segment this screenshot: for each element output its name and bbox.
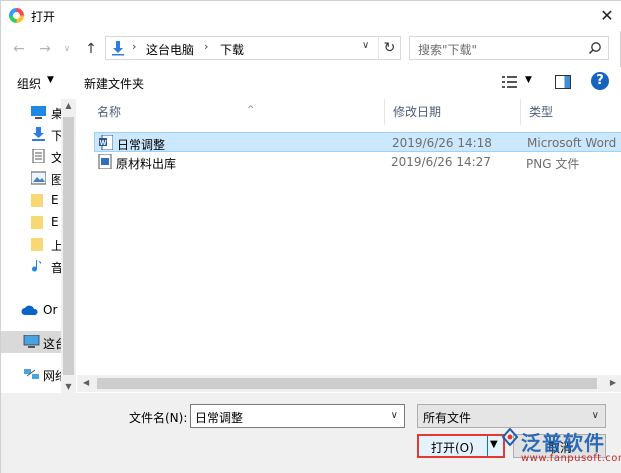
organize-caret-icon: ▼ xyxy=(47,75,54,85)
open-button-divider xyxy=(487,436,488,456)
scroll-up-icon[interactable]: ▲ xyxy=(61,101,76,110)
scroll-thumb[interactable] xyxy=(63,117,74,375)
png-file-icon xyxy=(98,154,112,169)
sidebar-item-pictures[interactable]: 图 xyxy=(1,167,63,189)
sidebar-item-this-pc[interactable]: 这台 xyxy=(1,331,67,353)
desktop-icon xyxy=(31,106,46,119)
documents-icon xyxy=(32,149,45,163)
column-header-type[interactable]: 类型 xyxy=(521,99,621,125)
open-button[interactable]: 打开(O) ▼ xyxy=(417,434,505,458)
network-icon xyxy=(24,369,39,379)
app-logo-icon xyxy=(9,8,24,23)
navigation-pane: 桌 下 文 图 E E 上 音 Or 这台 网络 ▲ ▼ xyxy=(1,99,76,393)
column-header-date[interactable]: 修改日期 xyxy=(385,99,521,125)
sidebar-item-label: E xyxy=(51,215,59,229)
pictures-icon xyxy=(31,171,46,185)
address-dropdown-button[interactable]: ∨ xyxy=(362,40,369,51)
back-button[interactable]: ← xyxy=(9,39,29,59)
sidebar-item-folder-e2[interactable]: E xyxy=(1,211,61,233)
address-bar[interactable]: › 这台电脑 › 下载 ∨ ↻ xyxy=(105,36,401,60)
search-input[interactable]: 搜索"下载" xyxy=(409,36,609,60)
scroll-down-icon[interactable]: ▼ xyxy=(61,382,76,391)
sidebar-item-onedrive[interactable]: Or xyxy=(1,299,61,321)
organize-button[interactable]: 组织 xyxy=(17,75,41,92)
scroll-right-icon[interactable]: ▶ xyxy=(610,378,616,387)
folder-icon xyxy=(31,216,43,229)
sidebar-item-documents[interactable]: 文 xyxy=(1,145,63,167)
help-button[interactable]: ? xyxy=(591,72,609,90)
window-title: 打开 xyxy=(31,10,56,24)
command-toolbar: 组织 ▼ 新建文件夹 ▼ ? xyxy=(1,67,621,99)
watermark-url: www.fanpusoft.com xyxy=(521,453,621,464)
sidebar-item-folder-e1[interactable]: E xyxy=(1,189,61,211)
sidebar-item-network[interactable]: 网络 xyxy=(1,363,67,385)
breadcrumb-downloads[interactable]: 下载 xyxy=(220,41,244,58)
filename-value: 日常调整 xyxy=(195,411,244,425)
column-header-label: 类型 xyxy=(529,105,554,119)
music-icon xyxy=(32,260,41,272)
file-row[interactable]: 原材料出库 2019/6/26 14:27 PNG 文件 xyxy=(94,152,621,172)
view-options-icon[interactable] xyxy=(501,74,519,90)
file-type: PNG 文件 xyxy=(526,157,580,171)
file-row[interactable]: W 日常调整 2019/6/26 14:18 Microsoft Word xyxy=(94,132,621,152)
file-type: Microsoft Word xyxy=(527,136,617,150)
breadcrumb-this-pc[interactable]: 这台电脑 xyxy=(146,41,194,58)
horizontal-scrollbar[interactable]: ◀ ▶ xyxy=(77,375,621,392)
title-bar: 打开 ✕ xyxy=(1,1,621,31)
file-name: 原材料出库 xyxy=(116,157,177,171)
watermark-brand: 泛普软件 xyxy=(521,431,605,455)
scroll-thumb[interactable] xyxy=(97,378,597,389)
file-list: 名称 ^ 修改日期 类型 W 日常调整 2019/6/26 14:18 Micr… xyxy=(77,99,621,393)
svg-text:W: W xyxy=(100,140,107,147)
filename-label: 文件名(N): xyxy=(129,411,188,425)
file-type-filter[interactable]: 所有文件 ∨ xyxy=(417,404,606,428)
sidebar-item-music[interactable]: 音 xyxy=(1,255,63,277)
column-header-name[interactable]: 名称 ^ xyxy=(89,99,385,125)
word-doc-icon: W xyxy=(99,135,113,150)
sidebar-item-folder-up[interactable]: 上 xyxy=(1,233,63,255)
open-button-label: 打开(O) xyxy=(431,441,474,455)
file-date: 2019/6/26 14:18 xyxy=(392,136,492,150)
folder-icon xyxy=(31,194,43,207)
up-button[interactable]: ↑ xyxy=(81,39,101,59)
close-button[interactable]: ✕ xyxy=(592,1,621,31)
scroll-left-icon[interactable]: ◀ xyxy=(83,378,89,387)
filename-field[interactable]: 日常调整 ∨ xyxy=(190,404,405,428)
column-header-label: 名称 xyxy=(97,105,122,119)
download-icon xyxy=(32,127,45,141)
open-options-icon[interactable]: ▼ xyxy=(490,439,498,450)
sidebar-item-label: E xyxy=(51,193,59,207)
sidebar-item-downloads[interactable]: 下 xyxy=(1,123,63,145)
onedrive-icon xyxy=(21,305,38,315)
new-folder-button[interactable]: 新建文件夹 xyxy=(84,75,144,92)
computer-icon xyxy=(23,335,40,348)
recent-locations-button[interactable]: ∨ xyxy=(57,39,77,59)
sort-ascending-icon: ^ xyxy=(247,105,255,115)
watermark-logo-icon xyxy=(501,428,519,446)
filter-value: 所有文件 xyxy=(423,411,472,425)
sidebar-item-label: Or xyxy=(43,303,58,317)
view-options-caret-icon[interactable]: ▼ xyxy=(525,75,532,85)
refresh-button[interactable]: ↻ xyxy=(378,37,400,59)
breadcrumb-separator: › xyxy=(132,40,137,53)
folder-icon xyxy=(31,238,43,251)
open-file-dialog: 打开 ✕ ← → ∨ ↑ › 这台电脑 › 下载 ∨ ↻ 搜索"下载" 组织 ▼… xyxy=(0,0,621,473)
search-icon xyxy=(588,42,601,55)
chevron-down-icon: ∨ xyxy=(591,410,599,421)
download-location-icon xyxy=(112,41,124,56)
search-placeholder: 搜索"下载" xyxy=(418,43,478,57)
file-date: 2019/6/26 14:27 xyxy=(391,155,491,169)
file-name: 日常调整 xyxy=(117,138,166,152)
chevron-down-icon[interactable]: ∨ xyxy=(391,410,398,421)
forward-button[interactable]: → xyxy=(35,39,55,59)
sidebar-item-desktop[interactable]: 桌 xyxy=(1,101,63,123)
breadcrumb-separator: › xyxy=(204,40,209,53)
column-header-label: 修改日期 xyxy=(393,105,442,119)
preview-pane-button[interactable] xyxy=(555,75,571,89)
navigation-scrollbar[interactable]: ▲ ▼ xyxy=(61,99,76,393)
